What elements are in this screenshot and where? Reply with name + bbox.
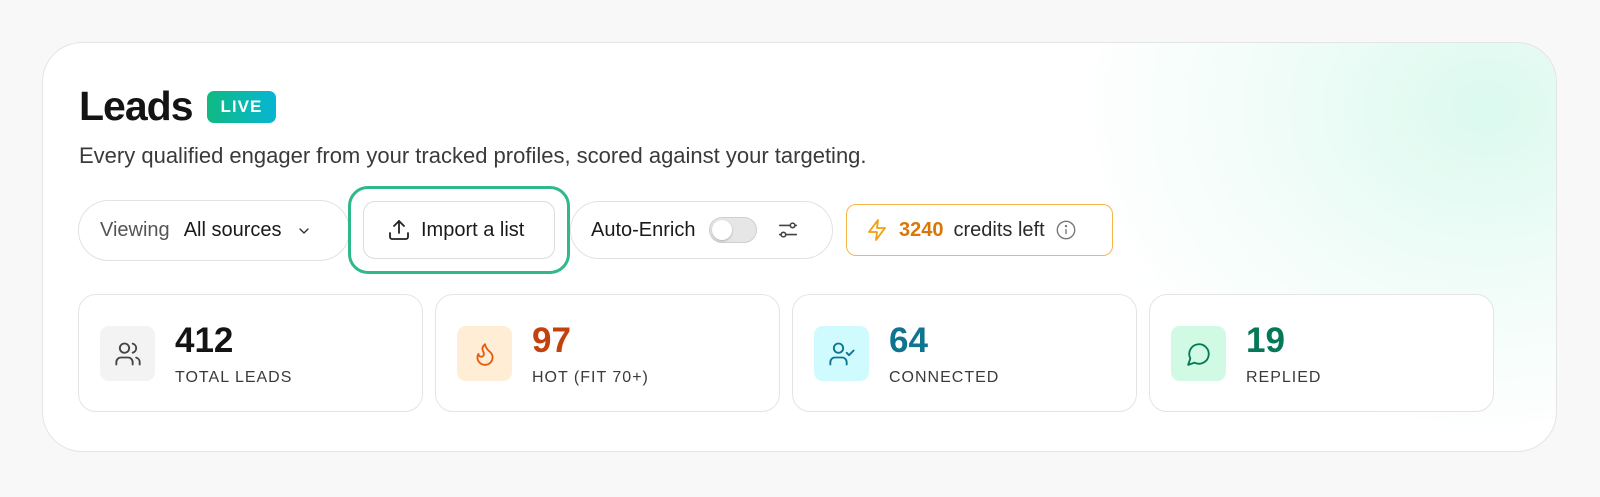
stat-card-connected: 64 CONNECTED — [792, 294, 1137, 412]
stat-label: REPLIED — [1246, 369, 1322, 386]
flame-icon — [457, 326, 512, 381]
lightning-icon — [865, 218, 889, 242]
viewing-value: All sources — [183, 219, 282, 241]
credits-label: credits left — [953, 218, 1045, 241]
stat-label: CONNECTED — [889, 369, 1000, 386]
stat-card-hot: 97 HOT (FIT 70+) — [435, 294, 780, 412]
stat-value: 412 — [175, 321, 234, 360]
source-filter-dropdown[interactable]: Viewing All sources — [78, 200, 350, 261]
toggle-knob — [711, 220, 732, 240]
leads-card: Leads LIVE Every qualified engager from … — [42, 42, 1557, 452]
credits-indicator: 3240 credits left — [846, 204, 1113, 256]
stat-card-replied: 19 REPLIED — [1149, 294, 1494, 412]
stat-value: 97 — [532, 321, 571, 360]
upload-icon — [387, 218, 411, 242]
stat-label: HOT (FIT 70+) — [532, 369, 649, 386]
sliders-icon[interactable] — [777, 219, 799, 241]
page-title: Leads — [79, 83, 193, 129]
user-check-icon — [814, 326, 869, 381]
chevron-down-icon — [296, 223, 312, 239]
auto-enrich-toggle[interactable] — [708, 217, 757, 243]
stat-label: TOTAL LEADS — [175, 369, 293, 386]
live-badge: LIVE — [206, 90, 277, 123]
auto-enrich-control: Auto-Enrich — [570, 201, 833, 259]
credits-value: 3240 — [899, 218, 944, 241]
info-icon[interactable] — [1055, 219, 1077, 241]
import-list-label: Import a list — [421, 218, 525, 241]
stat-card-total-leads: 412 TOTAL LEADS — [78, 294, 423, 412]
import-list-button[interactable]: Import a list — [363, 201, 555, 259]
viewing-label: Viewing — [100, 219, 170, 241]
header: Leads LIVE — [79, 83, 277, 130]
stat-value: 19 — [1246, 321, 1285, 360]
page-subtitle: Every qualified engager from your tracke… — [79, 143, 867, 168]
message-circle-icon — [1171, 326, 1226, 381]
auto-enrich-label: Auto-Enrich — [591, 218, 696, 241]
users-icon — [100, 326, 155, 381]
stat-value: 64 — [889, 321, 928, 360]
